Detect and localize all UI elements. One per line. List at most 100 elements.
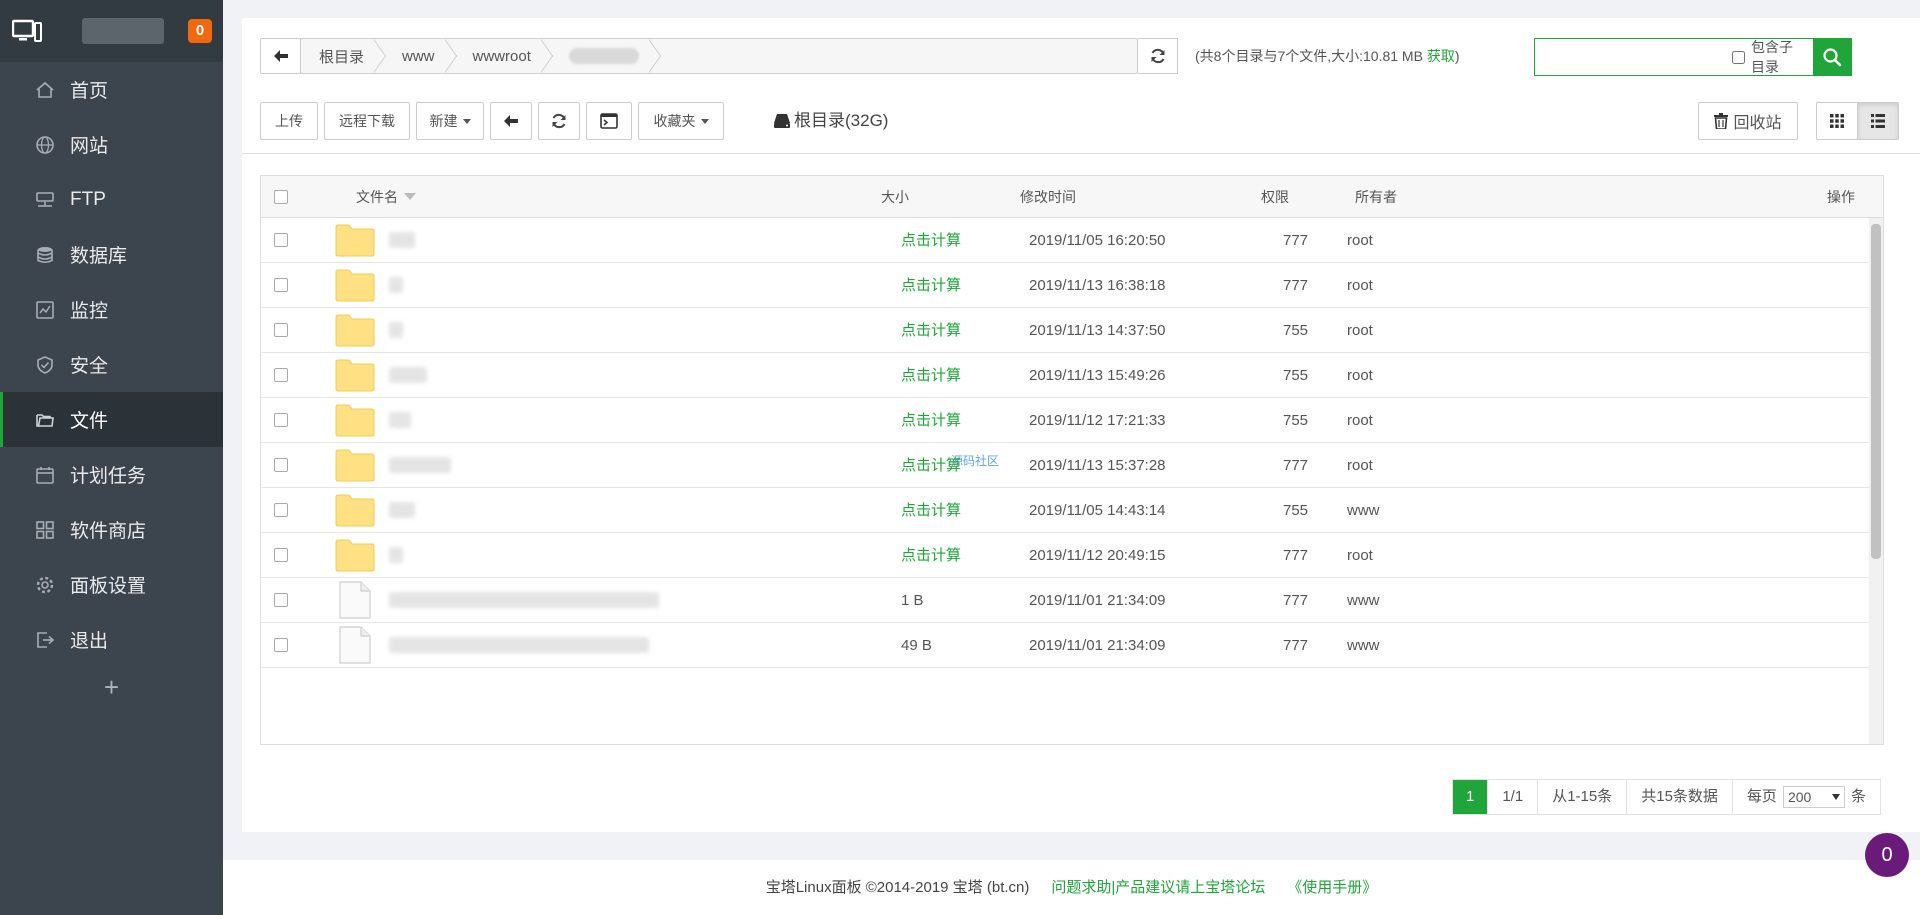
include-subdir-checkbox[interactable] bbox=[1732, 50, 1745, 64]
page-size-select[interactable]: 200 bbox=[1782, 786, 1845, 808]
calc-size-link[interactable]: 点击计算 bbox=[901, 488, 961, 533]
blurred-filename[interactable] bbox=[389, 502, 415, 518]
refresh-list-button[interactable] bbox=[538, 102, 580, 140]
permission[interactable]: 755 bbox=[1283, 353, 1308, 398]
grid-view-button[interactable] bbox=[1816, 102, 1858, 140]
calc-size-link[interactable]: 点击计算 bbox=[901, 398, 961, 443]
calc-size-link[interactable]: 点击计算 bbox=[901, 353, 961, 398]
path-refresh-button[interactable] bbox=[1138, 38, 1178, 74]
forum-link[interactable]: 问题求助|产品建议请上宝塔论坛 bbox=[1051, 879, 1265, 896]
table-row[interactable]: 点击计算 2019/11/05 14:43:14 755 www bbox=[261, 488, 1871, 533]
permission[interactable]: 777 bbox=[1283, 443, 1308, 488]
notification-badge[interactable]: 0 bbox=[188, 19, 212, 43]
table-row[interactable]: 1 B 2019/11/01 21:34:09 777 www bbox=[261, 578, 1871, 623]
sidebar-item-1[interactable]: 网站 bbox=[0, 117, 223, 172]
calc-size-link[interactable]: 点击计算 bbox=[901, 263, 961, 308]
breadcrumb-root[interactable]: 根目录 bbox=[301, 39, 387, 73]
row-checkbox[interactable] bbox=[274, 548, 288, 562]
permission[interactable]: 755 bbox=[1283, 308, 1308, 353]
blurred-filename[interactable] bbox=[389, 232, 415, 248]
calc-size-link[interactable]: 点击计算 bbox=[901, 218, 961, 263]
row-checkbox[interactable] bbox=[274, 278, 288, 292]
permission[interactable]: 755 bbox=[1283, 488, 1308, 533]
sidebar-item-3[interactable]: 数据库 bbox=[0, 227, 223, 282]
breadcrumb-www[interactable]: www bbox=[384, 39, 457, 73]
table-row[interactable]: 点击计算 2019/11/13 14:37:50 755 root bbox=[261, 308, 1871, 353]
owner[interactable]: root bbox=[1347, 443, 1373, 488]
table-row[interactable]: 点击计算 2019/11/12 20:49:15 777 root bbox=[261, 533, 1871, 578]
table-row[interactable]: 点击计算 2019/11/13 16:38:18 777 root bbox=[261, 263, 1871, 308]
get-size-link[interactable]: 获取 bbox=[1427, 48, 1455, 64]
page-current[interactable]: 1 bbox=[1453, 780, 1489, 814]
permission[interactable]: 777 bbox=[1283, 578, 1308, 623]
blurred-filename[interactable] bbox=[389, 592, 659, 608]
add-shortcut-button[interactable]: + bbox=[0, 672, 223, 703]
row-checkbox[interactable] bbox=[274, 593, 288, 607]
recycle-bin-button[interactable]: 回收站 bbox=[1698, 102, 1798, 140]
select-all-checkbox[interactable] bbox=[274, 190, 288, 204]
row-checkbox[interactable] bbox=[274, 413, 288, 427]
owner[interactable]: www bbox=[1347, 578, 1380, 623]
column-mtime[interactable]: 修改时间 bbox=[1020, 176, 1076, 218]
sidebar-item-9[interactable]: 面板设置 bbox=[0, 557, 223, 612]
sidebar-item-4[interactable]: 监控 bbox=[0, 282, 223, 337]
blurred-filename[interactable] bbox=[389, 322, 403, 338]
blurred-filename[interactable] bbox=[389, 412, 411, 428]
table-row[interactable]: 点击计算 2019/11/13 15:49:26 755 root bbox=[261, 353, 1871, 398]
row-checkbox[interactable] bbox=[274, 638, 288, 652]
upload-button[interactable]: 上传 bbox=[260, 102, 318, 140]
permission[interactable]: 777 bbox=[1283, 218, 1308, 263]
table-row[interactable]: 49 B 2019/11/01 21:34:09 777 www bbox=[261, 623, 1871, 668]
sidebar-item-10[interactable]: 退出 bbox=[0, 612, 223, 667]
favorites-dropdown-button[interactable]: 收藏夹 bbox=[638, 102, 724, 140]
column-name[interactable]: 文件名 bbox=[356, 176, 416, 218]
go-back-button[interactable] bbox=[490, 102, 532, 140]
table-row[interactable]: 点击计算 2019/11/13 15:37:28 777 root bbox=[261, 443, 1871, 488]
breadcrumb-wwwroot[interactable]: wwwroot bbox=[455, 39, 554, 73]
floating-message-badge[interactable]: 0 bbox=[1865, 833, 1909, 877]
calc-size-link[interactable]: 点击计算 bbox=[901, 533, 961, 578]
row-checkbox[interactable] bbox=[274, 233, 288, 247]
sidebar-item-8[interactable]: 软件商店 bbox=[0, 502, 223, 557]
owner[interactable]: www bbox=[1347, 623, 1380, 668]
owner[interactable]: root bbox=[1347, 263, 1373, 308]
terminal-button[interactable] bbox=[586, 102, 632, 140]
search-button[interactable] bbox=[1812, 39, 1851, 75]
owner[interactable]: root bbox=[1347, 353, 1373, 398]
new-dropdown-button[interactable]: 新建 bbox=[416, 102, 484, 140]
include-subdir-toggle[interactable]: 包含子目录 bbox=[1732, 39, 1813, 75]
row-checkbox[interactable] bbox=[274, 503, 288, 517]
row-checkbox[interactable] bbox=[274, 458, 288, 472]
column-owner[interactable]: 所有者 bbox=[1355, 176, 1397, 218]
owner[interactable]: root bbox=[1347, 218, 1373, 263]
permission[interactable]: 777 bbox=[1283, 623, 1308, 668]
blurred-filename[interactable] bbox=[389, 637, 649, 653]
blurred-filename[interactable] bbox=[389, 547, 403, 563]
sidebar-item-2[interactable]: FTP bbox=[0, 172, 223, 227]
owner[interactable]: root bbox=[1347, 398, 1373, 443]
sidebar-item-5[interactable]: 安全 bbox=[0, 337, 223, 392]
blurred-filename[interactable] bbox=[389, 367, 427, 383]
owner[interactable]: www bbox=[1347, 488, 1380, 533]
row-checkbox[interactable] bbox=[274, 323, 288, 337]
sidebar-item-6[interactable]: 文件 bbox=[0, 392, 223, 447]
permission[interactable]: 755 bbox=[1283, 398, 1308, 443]
breadcrumb-current-blurred[interactable] bbox=[551, 39, 661, 73]
permission[interactable]: 777 bbox=[1283, 263, 1308, 308]
table-row[interactable]: 点击计算 2019/11/12 17:21:33 755 root bbox=[261, 398, 1871, 443]
disk-root-button[interactable]: 根目录(32G) bbox=[774, 102, 888, 140]
calc-size-link[interactable]: 点击计算 bbox=[901, 443, 961, 488]
column-permission[interactable]: 权限 bbox=[1261, 176, 1289, 218]
table-scrollbar-thumb[interactable] bbox=[1871, 224, 1881, 559]
manual-link[interactable]: 《使用手册》 bbox=[1287, 879, 1377, 896]
blurred-filename[interactable] bbox=[389, 277, 403, 293]
column-size[interactable]: 大小 bbox=[881, 176, 909, 218]
owner[interactable]: root bbox=[1347, 308, 1373, 353]
blurred-filename[interactable] bbox=[389, 457, 451, 473]
row-checkbox[interactable] bbox=[274, 368, 288, 382]
owner[interactable]: root bbox=[1347, 533, 1373, 578]
sidebar-item-7[interactable]: 计划任务 bbox=[0, 447, 223, 502]
list-view-button[interactable] bbox=[1857, 102, 1899, 140]
sidebar-item-0[interactable]: 首页 bbox=[0, 62, 223, 117]
table-row[interactable]: 点击计算 2019/11/05 16:20:50 777 root bbox=[261, 218, 1871, 263]
